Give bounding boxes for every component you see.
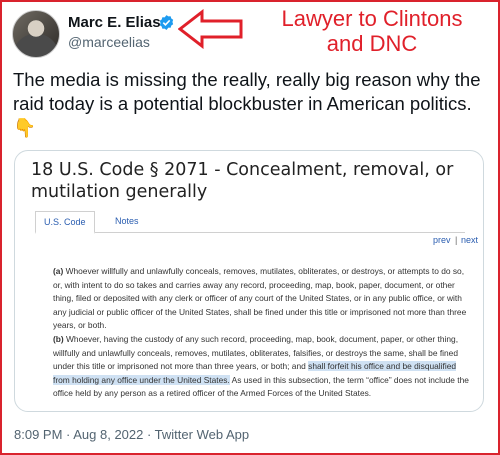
image-card[interactable]: 18 U.S. Code § 2071 - Concealment, remov… xyxy=(14,150,484,412)
arrow-left-icon xyxy=(178,9,243,49)
tweet-text: The media is missing the really, really … xyxy=(13,69,481,138)
tab-bar: U.S. Code Notes xyxy=(35,211,465,234)
subsection-a: (a) Whoever willfully and unlawfully con… xyxy=(53,265,473,333)
pager-separator: | xyxy=(455,235,458,245)
tweet-timestamp[interactable]: 8:09 PM · Aug 8, 2022 · Twitter Web App xyxy=(14,427,249,442)
next-link[interactable]: next xyxy=(461,235,478,245)
verified-badge-icon xyxy=(159,15,174,30)
tab-notes[interactable]: Notes xyxy=(107,211,147,233)
subsection-a-text: Whoever willfully and unlawfully conceal… xyxy=(53,266,467,330)
annotation-label: Lawyer to Clintons and DNC xyxy=(246,6,498,56)
author-handle[interactable]: @marceelias xyxy=(68,34,150,50)
subsection-b-marker: (b) xyxy=(53,334,64,344)
statute-title: 18 U.S. Code § 2071 - Concealment, remov… xyxy=(31,160,454,202)
prev-link[interactable]: prev xyxy=(433,235,451,245)
annotation-line-1: Lawyer to Clintons xyxy=(281,6,463,31)
tab-us-code[interactable]: U.S. Code xyxy=(35,211,95,234)
avatar[interactable] xyxy=(12,10,60,58)
annotation-line-2: and DNC xyxy=(326,31,418,56)
subsection-a-marker: (a) xyxy=(53,266,64,276)
subsection-b: (b) Whoever, having the custody of any s… xyxy=(53,333,473,401)
author-name[interactable]: Marc E. Elias xyxy=(68,14,161,31)
